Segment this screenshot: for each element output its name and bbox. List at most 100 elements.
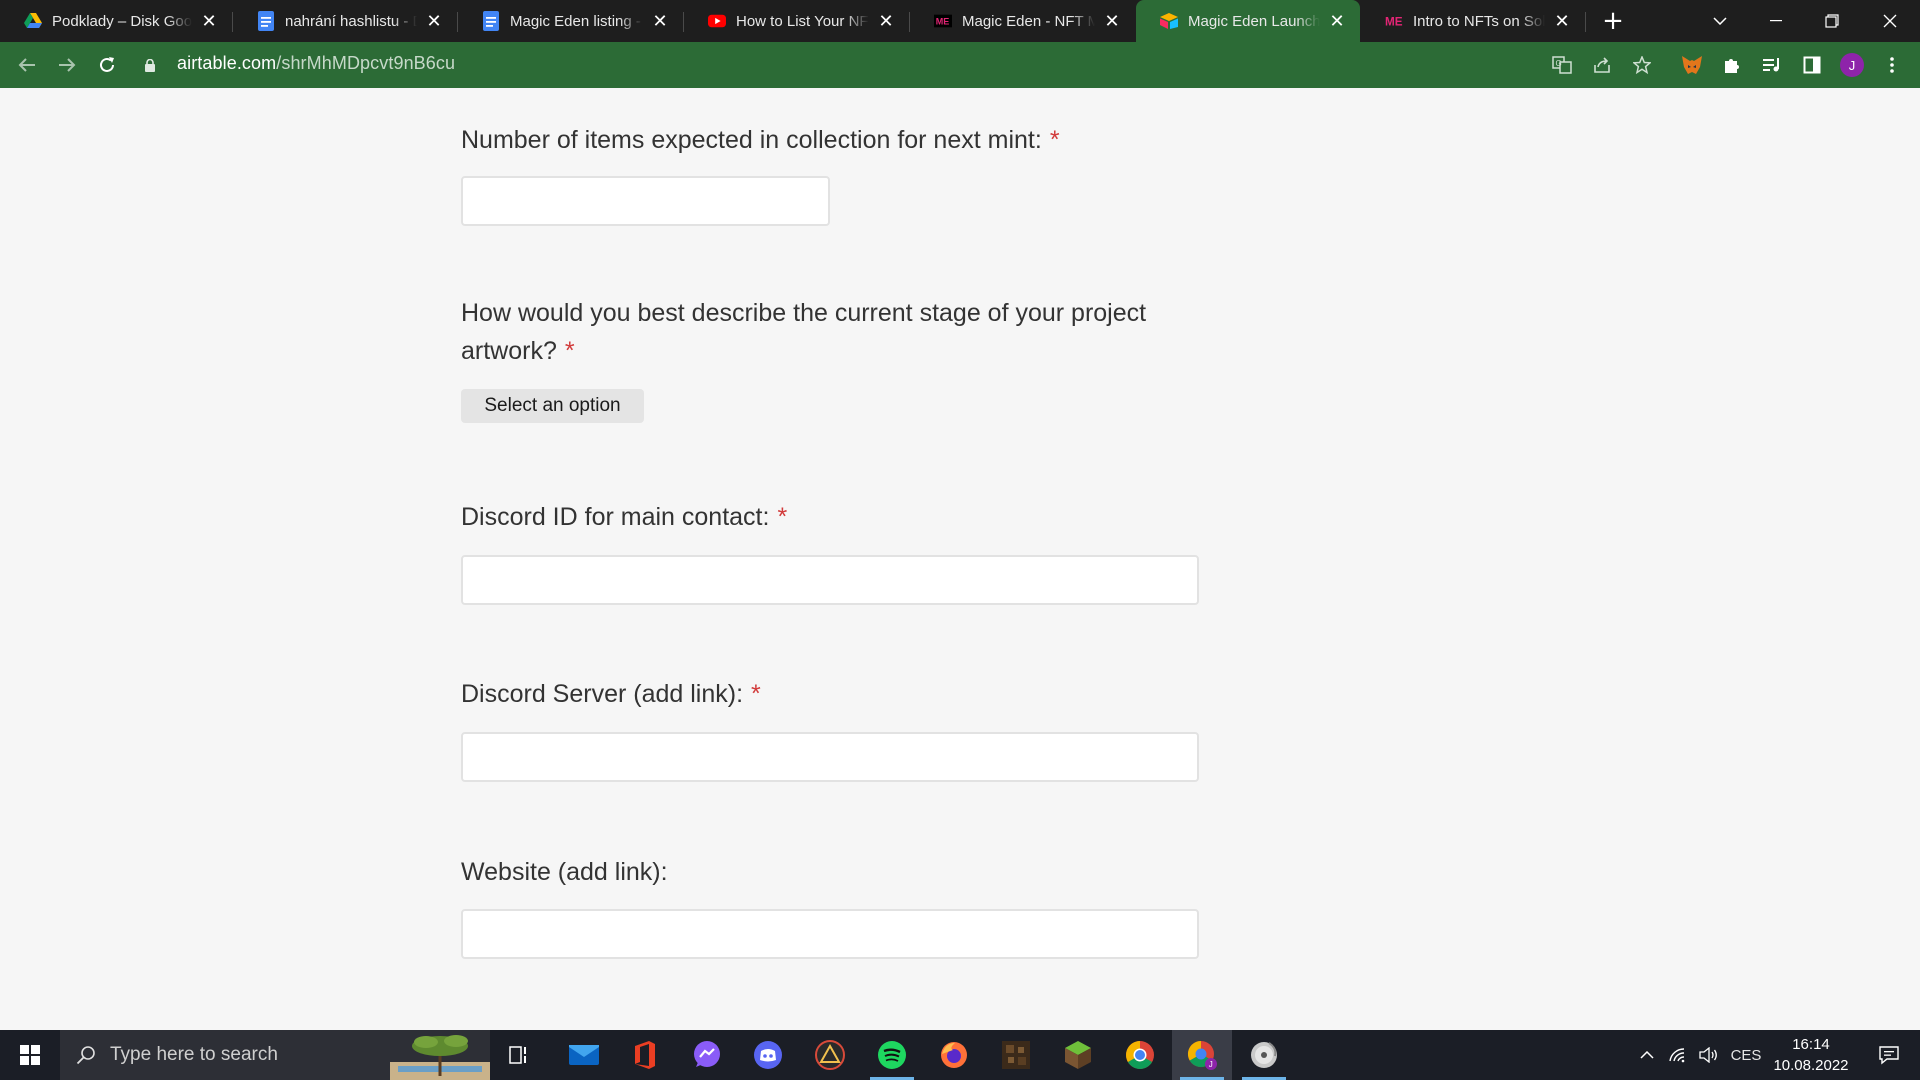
task-view-icon <box>509 1046 526 1064</box>
question-label: Discord ID for main contact: <box>461 503 770 531</box>
tab-title: Magic Eden listing - Dokumenty Google <box>510 12 643 30</box>
browser-tab-strip: Podklady – Disk Google ✕ nahrání hashlis… <box>0 0 1920 42</box>
taskbar-messenger[interactable] <box>677 1030 737 1080</box>
triangle-app-icon <box>815 1040 845 1070</box>
question-discord-id: Discord ID for main contact: * <box>461 498 1221 536</box>
browser-menu-button[interactable] <box>1876 49 1908 81</box>
close-window-button[interactable] <box>1862 0 1918 42</box>
required-asterisk: * <box>564 337 575 365</box>
airtable-form-page: Number of items expected in collection f… <box>0 88 1920 1030</box>
taskbar-search-box[interactable]: Type here to search <box>60 1030 490 1080</box>
tab-podklady[interactable]: Podklady – Disk Google ✕ <box>0 0 232 42</box>
close-icon[interactable]: ✕ <box>200 11 218 32</box>
close-icon[interactable]: ✕ <box>1553 11 1571 32</box>
discord-server-input[interactable] <box>461 732 1199 782</box>
show-hidden-icons-button[interactable] <box>1636 1030 1658 1080</box>
new-tab-button[interactable]: + <box>1598 6 1628 36</box>
taskbar-firefox[interactable] <box>924 1030 984 1080</box>
task-view-button[interactable] <box>490 1030 550 1080</box>
question-items-count: Number of items expected in collection f… <box>461 121 1221 159</box>
back-button[interactable] <box>11 49 43 81</box>
taskbar-minecraft-dungeons[interactable] <box>986 1030 1046 1080</box>
taskbar-ledger-like-app[interactable] <box>800 1030 860 1080</box>
restore-button[interactable] <box>1804 0 1860 42</box>
windows-taskbar: Type here to search J CES 16:14 10.08.20… <box>0 1030 1920 1080</box>
url-path: /shrMhMDpcvt9nB6cu <box>276 53 456 73</box>
messenger-icon <box>694 1041 720 1067</box>
close-icon[interactable]: ✕ <box>1103 11 1121 32</box>
star-icon <box>1633 56 1651 74</box>
clock-date: 10.08.2022 <box>1773 1057 1849 1074</box>
notification-icon <box>1879 1046 1899 1065</box>
close-icon[interactable]: ✕ <box>877 11 895 32</box>
tab-magic-eden-listing[interactable]: Magic Eden listing - Dokumenty Google ✕ <box>458 0 683 42</box>
profile-button[interactable]: J <box>1836 49 1868 81</box>
artwork-stage-select[interactable]: Select an option <box>461 389 644 423</box>
website-input[interactable] <box>461 909 1199 959</box>
clock-time: 16:14 <box>1792 1036 1830 1053</box>
taskbar-chrome-profile[interactable]: J <box>1172 1030 1232 1080</box>
translate-button[interactable]: G <box>1546 49 1578 81</box>
question-label: Discord Server (add link): <box>461 680 744 708</box>
select-placeholder: Select an option <box>484 395 621 416</box>
required-asterisk: * <box>751 680 761 708</box>
taskbar-minecraft[interactable] <box>1048 1030 1108 1080</box>
question-label: How would you best describe the current … <box>461 299 1147 365</box>
tab-title: Podklady – Disk Google <box>52 12 192 30</box>
speaker-icon <box>1699 1047 1717 1063</box>
media-control-button[interactable] <box>1756 49 1788 81</box>
close-icon[interactable]: ✕ <box>425 11 443 32</box>
side-panel-button[interactable] <box>1796 49 1828 81</box>
tab-magic-eden-launchpad[interactable]: Magic Eden Launchpad ✕ <box>1136 0 1360 42</box>
taskbar-discord[interactable] <box>738 1030 798 1080</box>
tab-magic-eden-marketplace[interactable]: ME Magic Eden - NFT Marketplace ✕ <box>910 0 1135 42</box>
taskbar-disc-app[interactable] <box>1234 1030 1294 1080</box>
tab-title: How to List Your NFT - YouTube <box>736 12 869 30</box>
google-docs-icon <box>482 11 500 31</box>
discord-id-input[interactable] <box>461 555 1199 605</box>
tab-search-button[interactable] <box>1692 0 1748 42</box>
close-icon <box>1883 14 1897 28</box>
close-icon[interactable]: ✕ <box>651 11 669 32</box>
forward-button[interactable] <box>51 49 83 81</box>
tab-youtube[interactable]: How to List Your NFT - YouTube ✕ <box>684 0 909 42</box>
question-label: Website (add link): <box>461 858 668 886</box>
minimize-button[interactable] <box>1748 0 1804 42</box>
taskbar-office[interactable] <box>615 1030 675 1080</box>
mail-icon <box>569 1045 599 1065</box>
tab-title: Intro to NFTs on Solana <box>1413 12 1545 30</box>
volume-button[interactable] <box>1694 1030 1722 1080</box>
metamask-extension-button[interactable] <box>1676 49 1708 81</box>
question-label: Number of items expected in collection f… <box>461 126 1042 154</box>
taskbar-chrome[interactable] <box>1110 1030 1170 1080</box>
chevron-up-icon <box>1640 1051 1654 1059</box>
browser-toolbar: airtable.com/shrMhMDpcvt9nB6cu G J <box>0 42 1920 88</box>
side-panel-icon <box>1803 56 1821 74</box>
site-info-button[interactable] <box>140 49 160 81</box>
svg-text:ME: ME <box>1385 15 1403 28</box>
address-bar[interactable]: airtable.com/shrMhMDpcvt9nB6cu <box>177 53 455 74</box>
chrome-profile-icon: J <box>1187 1040 1217 1070</box>
taskbar-mail[interactable] <box>554 1030 614 1080</box>
restore-icon <box>1825 14 1839 28</box>
queue-music-icon <box>1763 58 1779 72</box>
svg-text:ME: ME <box>936 17 950 27</box>
question-website: Website (add link): <box>461 853 1221 891</box>
start-button[interactable] <box>0 1030 60 1080</box>
search-highlight-landscape-icon <box>390 1035 490 1080</box>
chevron-down-icon <box>1713 17 1727 25</box>
extensions-button[interactable] <box>1716 49 1748 81</box>
network-button[interactable] <box>1664 1030 1692 1080</box>
taskbar-spotify[interactable] <box>862 1030 922 1080</box>
tab-intro-nfts[interactable]: ME Intro to NFTs on Solana ✕ <box>1361 0 1585 42</box>
bookmark-button[interactable] <box>1626 49 1658 81</box>
close-icon[interactable]: ✕ <box>1328 11 1346 32</box>
system-clock[interactable]: 16:14 10.08.2022 <box>1756 1034 1866 1076</box>
tab-hashlist[interactable]: nahrání hashlistu - Dokumenty Google ✕ <box>233 0 457 42</box>
tab-title: Magic Eden Launchpad <box>1188 12 1320 30</box>
reload-icon <box>100 57 114 72</box>
notification-center-button[interactable] <box>1866 1030 1912 1080</box>
share-button[interactable] <box>1586 49 1618 81</box>
reload-button[interactable] <box>91 49 123 81</box>
items-count-input[interactable] <box>461 176 830 226</box>
